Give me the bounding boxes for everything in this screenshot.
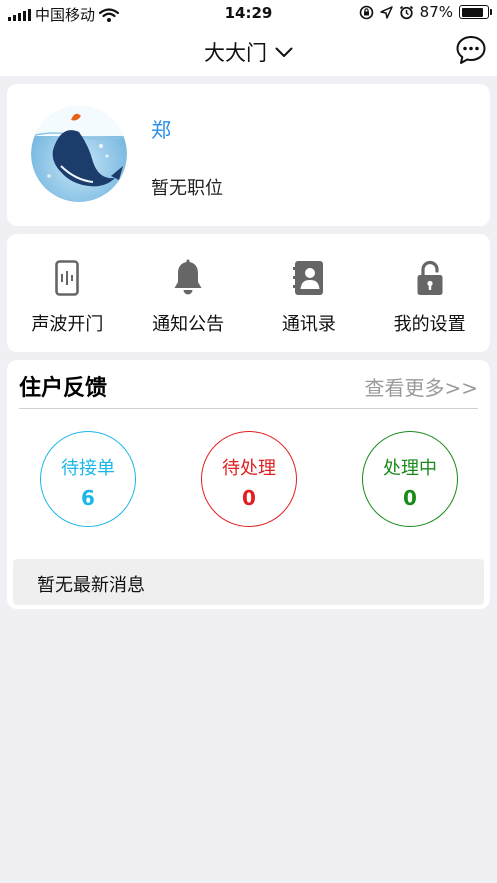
chevron-down-icon xyxy=(275,47,293,57)
stat-label: 待处理 xyxy=(222,458,276,479)
bell-icon xyxy=(174,259,202,295)
feedback-title: 住户反馈 xyxy=(19,376,108,401)
user-position: 暂无职位 xyxy=(151,178,223,199)
whale-avatar[interactable] xyxy=(31,106,127,202)
location-icon xyxy=(379,5,393,19)
menu-label-settings: 我的设置 xyxy=(393,314,466,335)
chat-bubble-icon[interactable] xyxy=(455,34,487,66)
battery-fill xyxy=(461,7,484,17)
view-more-link[interactable]: 查看更多>> xyxy=(364,372,478,401)
menu-item-contacts[interactable]: 通讯录 xyxy=(249,234,370,352)
stat-value: 0 xyxy=(403,486,417,510)
menu-item-sound-door[interactable]: 声波开门 xyxy=(7,234,128,352)
user-name: 郑 xyxy=(151,118,171,142)
feature-menu: 声波开门 通知公告 通讯录 我的设置 xyxy=(7,234,490,352)
menu-item-notice[interactable]: 通知公告 xyxy=(128,234,249,352)
status-right: 87% xyxy=(359,3,492,21)
sound-phone-icon xyxy=(55,260,80,296)
divider xyxy=(19,408,478,409)
menu-label-notice: 通知公告 xyxy=(152,314,225,335)
unlock-icon xyxy=(417,260,443,295)
whale-avatar-image xyxy=(31,106,127,202)
battery-percent: 87% xyxy=(419,3,453,21)
status-bar: 中国移动 14:29 87% xyxy=(0,0,497,26)
rotation-lock-icon xyxy=(359,5,373,19)
community-selector[interactable]: 大大门 xyxy=(0,37,497,67)
stat-value: 0 xyxy=(242,486,256,510)
resident-feedback-card: 住户反馈 查看更多>> 待接单 6 待处理 0 处理中 0 暂无最新消息 xyxy=(7,360,490,609)
profile-card[interactable]: 郑 暂无职位 xyxy=(7,84,490,226)
stat-pending-accept[interactable]: 待接单 6 xyxy=(40,431,136,527)
navigation-bar: 大大门 xyxy=(0,26,497,76)
menu-item-settings[interactable]: 我的设置 xyxy=(369,234,490,352)
stat-label: 处理中 xyxy=(383,458,437,479)
battery-icon xyxy=(459,5,492,19)
stat-value: 6 xyxy=(81,486,95,510)
menu-label-contacts: 通讯录 xyxy=(281,314,336,335)
stat-in-progress[interactable]: 处理中 0 xyxy=(362,431,458,527)
contacts-book-icon xyxy=(292,261,323,295)
nav-title-text: 大大门 xyxy=(204,41,267,65)
alarm-icon xyxy=(399,5,413,19)
menu-label-sound-door: 声波开门 xyxy=(31,314,104,335)
latest-news-bar[interactable]: 暂无最新消息 xyxy=(13,559,484,605)
stat-label: 待接单 xyxy=(61,458,115,479)
stat-pending-process[interactable]: 待处理 0 xyxy=(201,431,297,527)
